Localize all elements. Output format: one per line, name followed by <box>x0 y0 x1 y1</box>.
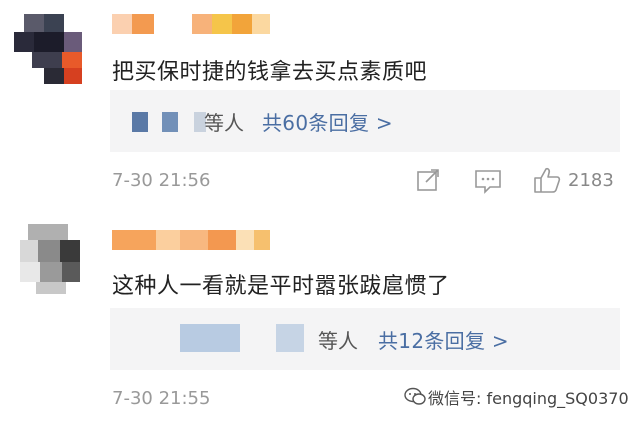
username[interactable] <box>112 230 272 250</box>
reply-summary[interactable]: 等人 共12条回复 > <box>110 308 620 370</box>
comment-text: 这种人一看就是平时嚣张跋扈惯了 <box>112 274 450 299</box>
avatar[interactable] <box>14 224 84 294</box>
comment-time: 7-30 21:56 <box>112 170 211 191</box>
comment-item: 把买保时捷的钱拿去买点素质吧 等人 共60条回复 > 7-30 21:56 21… <box>0 0 640 205</box>
reply-participants-suffix: 等人 <box>204 111 244 135</box>
comment-text: 把买保时捷的钱拿去买点素质吧 <box>112 60 428 85</box>
comment-icon[interactable] <box>474 168 502 198</box>
like-icon[interactable] <box>532 166 562 198</box>
view-replies-link[interactable]: 共60条回复 > <box>262 107 393 136</box>
view-replies-link[interactable]: 共12条回复 > <box>378 325 509 354</box>
comment-time: 7-30 21:55 <box>112 388 211 409</box>
wechat-watermark: 微信号: fengqing_SQ0370 <box>404 385 634 409</box>
username[interactable] <box>112 14 272 34</box>
watermark-text: 微信号: fengqing_SQ0370 <box>428 389 629 408</box>
like-count: 2183 <box>568 170 614 191</box>
share-icon[interactable] <box>416 168 442 196</box>
avatar[interactable] <box>14 14 84 84</box>
wechat-logo-icon <box>404 387 426 411</box>
reply-summary[interactable]: 等人 共60条回复 > <box>110 90 620 152</box>
reply-participants-suffix: 等人 <box>318 329 358 353</box>
